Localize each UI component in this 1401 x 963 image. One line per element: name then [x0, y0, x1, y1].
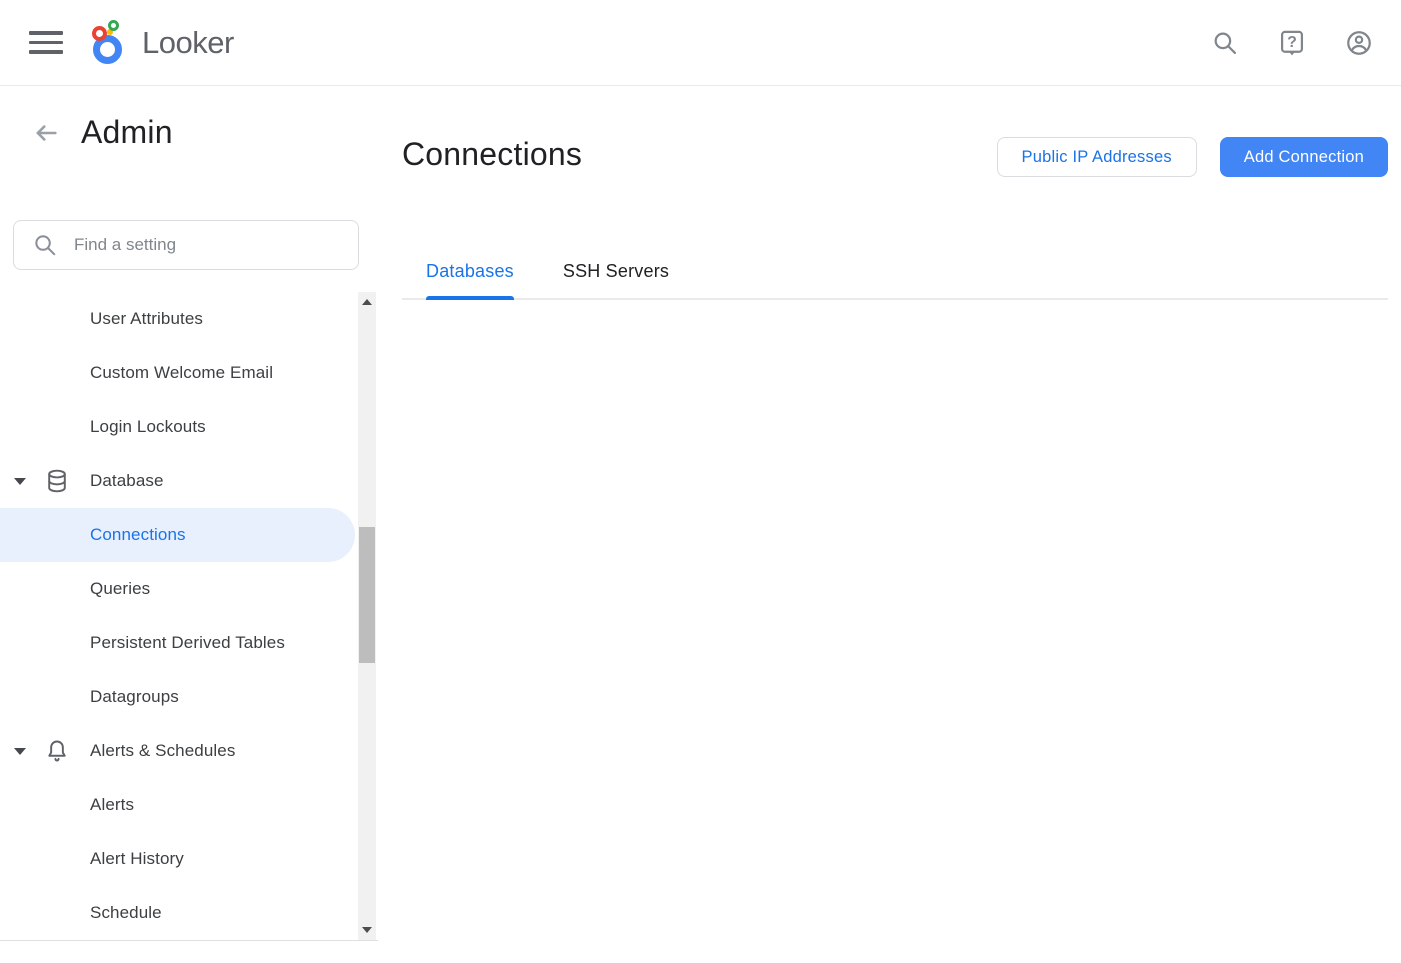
chevron-down-icon[interactable]	[14, 748, 26, 755]
sidebar-item-alerts-schedules[interactable]: Alerts & Schedules	[0, 724, 378, 778]
sidebar-search-icon	[32, 232, 58, 258]
scrollbar-thumb[interactable]	[359, 527, 375, 663]
sidebar-item-label: Persistent Derived Tables	[90, 633, 285, 653]
back-button[interactable]	[31, 118, 61, 148]
scrollbar-up-arrow-icon[interactable]	[362, 299, 372, 305]
brand-name: Looker	[142, 25, 234, 61]
help-icon: ?	[1278, 29, 1306, 57]
sidebar-item-label: Alert History	[90, 849, 184, 869]
add-connection-button[interactable]: Add Connection	[1220, 137, 1388, 177]
setting-search-box[interactable]	[13, 220, 359, 270]
page-title: Connections	[402, 136, 582, 173]
chevron-down-icon[interactable]	[14, 478, 26, 485]
sidebar-item-label: Connections	[90, 525, 186, 545]
menu-button[interactable]	[26, 23, 66, 63]
sidebar-item-label: Queries	[90, 579, 150, 599]
sidebar-item-queries[interactable]: Queries	[0, 562, 378, 616]
back-arrow-icon	[32, 119, 60, 147]
sidebar-scrollbar[interactable]	[358, 292, 376, 940]
main-content: Connections Public IP Addresses Add Conn…	[378, 86, 1401, 963]
tab-ssh-servers[interactable]: SSH Servers	[563, 261, 669, 298]
sidebar-item-datagroups[interactable]: Datagroups	[0, 670, 378, 724]
public-ip-addresses-button[interactable]: Public IP Addresses	[997, 137, 1197, 177]
bell-icon	[44, 738, 70, 764]
sidebar-item-schedule[interactable]: Schedule	[0, 886, 378, 940]
sidebar-item-label: Alerts	[90, 795, 134, 815]
sidebar-item-alerts[interactable]: Alerts	[0, 778, 378, 832]
search-button[interactable]	[1205, 23, 1245, 63]
sidebar-item-label: Datagroups	[90, 687, 179, 707]
sidebar-item-custom-welcome-email[interactable]: Custom Welcome Email	[0, 346, 378, 400]
svg-text:?: ?	[1287, 33, 1297, 50]
connections-tabs: Databases SSH Servers	[402, 236, 1388, 300]
sidebar-item-persistent-derived-tables[interactable]: Persistent Derived Tables	[0, 616, 378, 670]
tab-databases[interactable]: Databases	[426, 261, 514, 298]
search-icon	[1211, 29, 1239, 57]
sidebar-item-label: Login Lockouts	[90, 417, 206, 437]
sidebar-item-label: Database	[90, 471, 164, 491]
sidebar-title: Admin	[81, 114, 173, 151]
sidebar-item-alert-history[interactable]: Alert History	[0, 832, 378, 886]
sidebar-item-label: Alerts & Schedules	[90, 741, 235, 761]
sidebar-item-label: Custom Welcome Email	[90, 363, 273, 383]
database-icon	[44, 468, 70, 494]
looker-logo-icon	[92, 20, 130, 66]
hamburger-icon	[29, 31, 63, 35]
top-app-bar: Looker ?	[0, 0, 1401, 86]
sidebar-item-label: User Attributes	[90, 309, 203, 329]
account-icon	[1345, 29, 1373, 57]
admin-nav: User Attributes Custom Welcome Email Login…	[0, 292, 378, 940]
scrollbar-down-arrow-icon[interactable]	[362, 927, 372, 933]
help-button[interactable]: ?	[1272, 23, 1312, 63]
sidebar-item-label: Schedule	[90, 903, 162, 923]
sidebar-item-user-attributes[interactable]: User Attributes	[0, 292, 378, 346]
sidebar-item-database[interactable]: Database	[0, 454, 378, 508]
sidebar-item-login-lockouts[interactable]: Login Lockouts	[0, 400, 378, 454]
looker-brand[interactable]: Looker	[92, 20, 234, 66]
admin-sidebar: Admin User Attributes Custom Welcome Emai…	[0, 86, 378, 941]
sidebar-item-connections[interactable]: Connections	[0, 508, 355, 562]
account-button[interactable]	[1339, 23, 1379, 63]
setting-search-input[interactable]	[74, 235, 344, 255]
